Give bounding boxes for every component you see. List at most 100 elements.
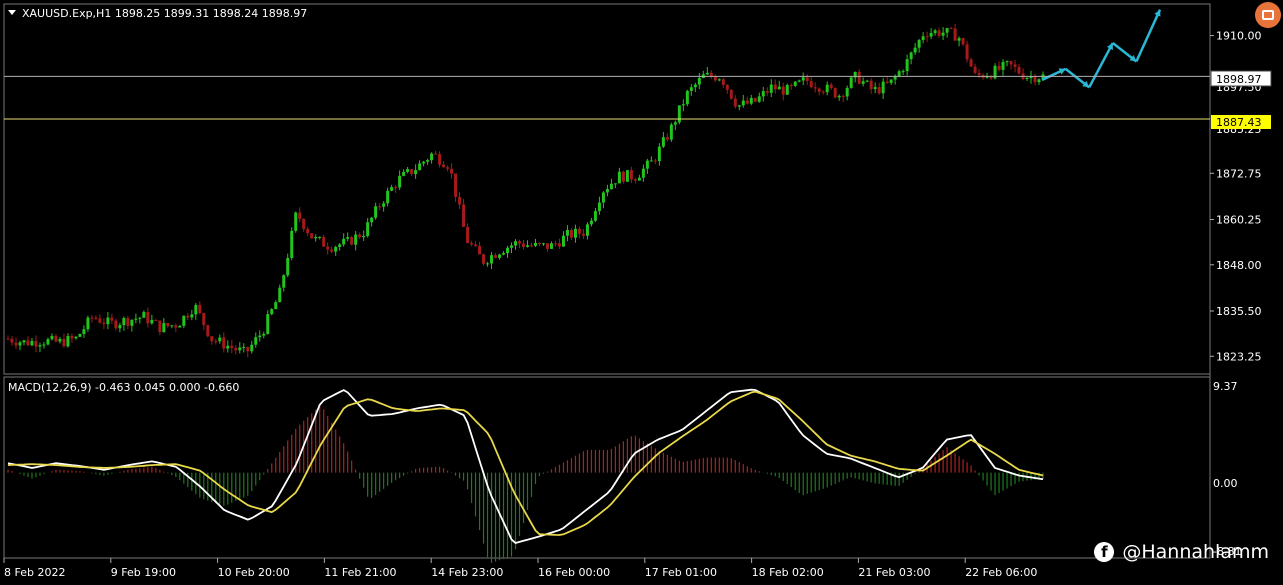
candle-body bbox=[789, 85, 793, 87]
time-tick-label: 10 Feb 20:00 bbox=[218, 566, 290, 579]
candle-body bbox=[514, 241, 518, 246]
candle-body bbox=[777, 86, 781, 90]
candle-body bbox=[14, 342, 18, 346]
candle-body bbox=[941, 32, 945, 36]
candle-body bbox=[821, 91, 825, 93]
candle-body bbox=[446, 167, 450, 169]
candle-body bbox=[74, 336, 78, 339]
candle-body bbox=[609, 183, 613, 190]
candle-body bbox=[302, 219, 306, 230]
candle-body bbox=[665, 137, 669, 140]
candle-body bbox=[889, 79, 893, 83]
candle-body bbox=[326, 246, 330, 250]
candle-body bbox=[126, 318, 130, 326]
candle-body bbox=[717, 79, 721, 81]
price-tick-label: 1823.25 bbox=[1216, 350, 1262, 363]
candle-body bbox=[549, 243, 553, 249]
candle-body bbox=[378, 206, 382, 208]
candle-body bbox=[50, 335, 54, 340]
candle-body bbox=[142, 311, 146, 318]
level-price-label: 1887.43 bbox=[1216, 116, 1262, 129]
candle-body bbox=[414, 170, 418, 175]
candle-body bbox=[765, 91, 769, 93]
candle-body bbox=[6, 338, 10, 340]
candle-body bbox=[290, 230, 294, 258]
candle-body bbox=[781, 86, 785, 95]
candle-body bbox=[761, 91, 765, 97]
candle-body bbox=[338, 244, 342, 247]
candle-body bbox=[865, 80, 869, 82]
candle-body bbox=[58, 338, 62, 342]
time-tick-label: 22 Feb 06:00 bbox=[965, 566, 1037, 579]
candle-body bbox=[46, 339, 50, 345]
candle-body bbox=[957, 38, 961, 41]
candle-body bbox=[306, 229, 310, 234]
candle-body bbox=[194, 304, 198, 315]
candle-body bbox=[1013, 64, 1017, 67]
time-tick-label: 14 Feb 23:00 bbox=[431, 566, 503, 579]
candle-body bbox=[721, 79, 725, 85]
candle-body bbox=[597, 202, 601, 212]
candle-body bbox=[573, 228, 577, 238]
candle-body bbox=[494, 255, 498, 258]
candle-body bbox=[358, 234, 362, 238]
candle-body bbox=[190, 314, 194, 318]
candle-body bbox=[382, 203, 386, 207]
candle-body bbox=[10, 338, 14, 343]
candle-body bbox=[298, 212, 302, 220]
candle-body bbox=[438, 154, 442, 165]
candle-body bbox=[713, 76, 717, 81]
candle-body bbox=[833, 88, 837, 98]
candle-body bbox=[354, 234, 358, 245]
candle-body bbox=[330, 249, 334, 252]
candle-body bbox=[733, 98, 737, 107]
candle-body bbox=[486, 263, 490, 265]
panel-toggle-button[interactable] bbox=[1255, 2, 1281, 28]
candle-body bbox=[529, 245, 533, 247]
candle-body bbox=[466, 226, 470, 244]
candle-body bbox=[314, 237, 318, 239]
candle-body bbox=[402, 171, 406, 176]
candle-body bbox=[186, 315, 190, 318]
candle-body bbox=[817, 88, 821, 92]
watermark: f @Hannahlamm bbox=[1094, 541, 1269, 563]
candle-body bbox=[374, 206, 378, 218]
candle-body bbox=[78, 334, 82, 337]
candle-body bbox=[693, 84, 697, 88]
time-tick-label: 11 Feb 21:00 bbox=[324, 566, 396, 579]
candle-body bbox=[174, 325, 178, 328]
candle-body bbox=[238, 347, 242, 351]
candle-body bbox=[621, 171, 625, 182]
time-tick-label: 17 Feb 01:00 bbox=[645, 566, 717, 579]
candle-body bbox=[525, 245, 529, 247]
candle-body bbox=[797, 80, 801, 82]
candle-body bbox=[741, 100, 745, 106]
candle-body bbox=[625, 170, 629, 182]
candle-body bbox=[394, 187, 398, 189]
macd-zero-label: 0.00 bbox=[1213, 477, 1238, 490]
candle-body bbox=[250, 344, 254, 352]
time-tick-label: 21 Feb 03:00 bbox=[858, 566, 930, 579]
candle-body bbox=[386, 190, 390, 204]
candle-body bbox=[905, 59, 909, 72]
candle-body bbox=[158, 320, 162, 333]
candle-body bbox=[110, 317, 114, 321]
candle-body bbox=[737, 105, 741, 107]
candle-body bbox=[150, 319, 154, 324]
chart-menu-triangle-icon[interactable] bbox=[8, 10, 16, 15]
watermark-handle: @Hannahlamm bbox=[1122, 541, 1269, 563]
candle-body bbox=[226, 345, 230, 349]
candle-body bbox=[478, 245, 482, 255]
candle-body bbox=[949, 28, 953, 30]
candle-body bbox=[897, 71, 901, 77]
candle-body bbox=[82, 329, 86, 335]
candle-body bbox=[134, 318, 138, 320]
candle-body bbox=[430, 153, 434, 161]
candle-body bbox=[366, 222, 370, 236]
candle-body bbox=[901, 71, 905, 73]
price-tick-label: 1872.75 bbox=[1216, 167, 1262, 180]
candle-body bbox=[322, 236, 326, 247]
candle-body bbox=[1009, 61, 1013, 65]
candle-body bbox=[278, 287, 282, 303]
candle-body bbox=[973, 66, 977, 73]
